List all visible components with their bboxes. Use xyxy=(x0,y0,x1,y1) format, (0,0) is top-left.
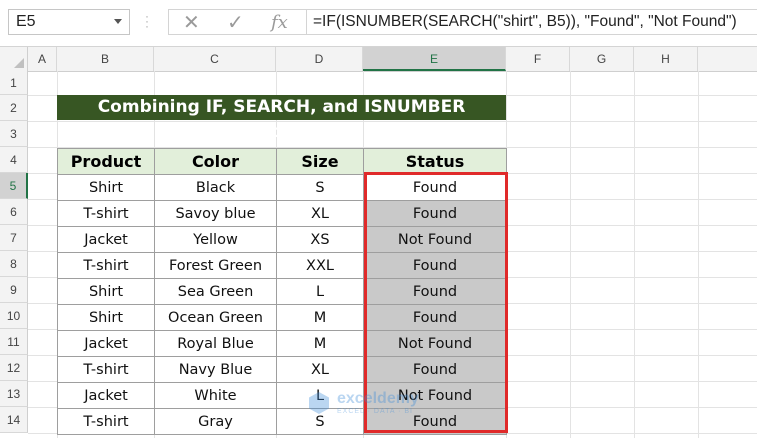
table-row: T-shirt Forest Green XXL Found xyxy=(57,252,507,279)
product-cell[interactable]: T-shirt xyxy=(57,200,155,227)
color-cell[interactable]: Savoy blue xyxy=(154,200,277,227)
column-header-d[interactable]: D xyxy=(276,47,363,71)
status-cell[interactable]: Found xyxy=(363,278,507,305)
row-header-8[interactable]: 8 xyxy=(0,251,28,277)
row-header-11[interactable]: 11 xyxy=(0,329,28,355)
size-cell[interactable]: M xyxy=(276,330,364,357)
color-cell[interactable]: Royal Blue xyxy=(154,330,277,357)
color-cell[interactable]: Navy Blue xyxy=(154,356,277,383)
cancel-icon[interactable]: ✕ xyxy=(183,11,200,35)
size-cell[interactable]: XL xyxy=(276,200,364,227)
row-header-9[interactable]: 9 xyxy=(0,277,28,303)
size-cell[interactable]: XS xyxy=(276,226,364,253)
size-cell[interactable]: L xyxy=(276,382,364,409)
insert-function-icon[interactable]: fx xyxy=(271,11,288,35)
product-table: Product Color Size Status Shirt Black S … xyxy=(57,148,507,435)
row-header-1[interactable]: 1 xyxy=(0,71,28,95)
formula-buttons: ✕ ✓ fx xyxy=(168,9,306,35)
status-cell[interactable]: Not Found xyxy=(363,330,507,357)
product-cell[interactable]: Jacket xyxy=(57,382,155,409)
table-row: Jacket Royal Blue M Not Found xyxy=(57,330,507,357)
row-header-7[interactable]: 7 xyxy=(0,225,28,251)
color-cell[interactable]: Gray xyxy=(154,408,277,435)
row-header-6[interactable]: 6 xyxy=(0,199,28,225)
product-cell[interactable]: Jacket xyxy=(57,226,155,253)
gridline xyxy=(570,71,571,438)
status-cell-selected[interactable]: Found xyxy=(363,174,507,201)
table-row: Shirt Ocean Green M Found xyxy=(57,304,507,331)
table-row: Jacket White L Not Found xyxy=(57,382,507,409)
color-cell[interactable]: Forest Green xyxy=(154,252,277,279)
table-row: T-shirt Navy Blue XL Found xyxy=(57,356,507,383)
more-options-icon[interactable]: · · · xyxy=(145,10,149,32)
table-row: Shirt Sea Green L Found xyxy=(57,278,507,305)
column-header-b[interactable]: B xyxy=(57,47,154,71)
enter-icon[interactable]: ✓ xyxy=(227,11,244,35)
size-cell[interactable]: L xyxy=(276,278,364,305)
row-header-14[interactable]: 14 xyxy=(0,407,28,433)
product-cell[interactable]: Shirt xyxy=(57,304,155,331)
column-header-h[interactable]: H xyxy=(634,47,698,71)
status-cell[interactable]: Found xyxy=(363,252,507,279)
select-all-icon xyxy=(14,58,24,68)
header-status[interactable]: Status xyxy=(363,148,507,175)
row-header-2[interactable]: 2 xyxy=(0,95,28,121)
row-header-3[interactable]: 3 xyxy=(0,121,28,147)
color-cell[interactable]: Black xyxy=(154,174,277,201)
gridline xyxy=(634,71,635,438)
header-color[interactable]: Color xyxy=(154,148,277,175)
size-cell[interactable]: S xyxy=(276,174,364,201)
column-header-c[interactable]: C xyxy=(154,47,276,71)
row-header-10[interactable]: 10 xyxy=(0,303,28,329)
row-header-4[interactable]: 4 xyxy=(0,147,28,173)
table-header-row: Product Color Size Status xyxy=(57,148,507,175)
column-header-g[interactable]: G xyxy=(570,47,634,71)
status-cell[interactable]: Not Found xyxy=(363,382,507,409)
column-header-a[interactable]: A xyxy=(28,47,57,71)
row-header-12[interactable]: 12 xyxy=(0,355,28,381)
gridline xyxy=(28,121,757,122)
row-header-13[interactable]: 13 xyxy=(0,381,28,407)
column-header-f[interactable]: F xyxy=(506,47,570,71)
status-cell[interactable]: Found xyxy=(363,356,507,383)
product-cell[interactable]: Shirt xyxy=(57,278,155,305)
gridline xyxy=(698,71,699,438)
product-cell[interactable]: Jacket xyxy=(57,330,155,357)
status-cell[interactable]: Not Found xyxy=(363,226,507,253)
table-row: Shirt Black S Found xyxy=(57,174,507,201)
name-box[interactable]: E5 xyxy=(8,9,130,35)
table-row: T-shirt Gray S Found xyxy=(57,408,507,435)
product-cell[interactable]: T-shirt xyxy=(57,408,155,435)
status-cell[interactable]: Found xyxy=(363,304,507,331)
table-row: Jacket Yellow XS Not Found xyxy=(57,226,507,253)
header-size[interactable]: Size xyxy=(276,148,364,175)
size-cell[interactable]: XXL xyxy=(276,252,364,279)
color-cell[interactable]: White xyxy=(154,382,277,409)
name-box-value: E5 xyxy=(16,13,36,30)
formula-input[interactable]: =IF(ISNUMBER(SEARCH("shirt", B5)), "Foun… xyxy=(306,9,757,35)
size-cell[interactable]: XL xyxy=(276,356,364,383)
header-product[interactable]: Product xyxy=(57,148,155,175)
select-all-button[interactable] xyxy=(0,47,28,71)
size-cell[interactable]: M xyxy=(276,304,364,331)
sheet-title[interactable]: Combining IF, SEARCH, and ISNUMBER Funct… xyxy=(57,95,506,142)
status-cell[interactable]: Found xyxy=(363,408,507,435)
formula-bar: E5 · · · ✕ ✓ fx =IF(ISNUMBER(SEARCH("shirt… xyxy=(0,0,757,47)
product-cell[interactable]: Shirt xyxy=(57,174,155,201)
color-cell[interactable]: Sea Green xyxy=(154,278,277,305)
column-header-e[interactable]: E xyxy=(363,47,506,71)
row-header-5[interactable]: 5 xyxy=(0,173,28,199)
status-cell[interactable]: Found xyxy=(363,200,507,227)
table-row: T-shirt Savoy blue XL Found xyxy=(57,200,507,227)
color-cell[interactable]: Yellow xyxy=(154,226,277,253)
color-cell[interactable]: Ocean Green xyxy=(154,304,277,331)
chevron-down-icon[interactable] xyxy=(114,19,122,24)
product-cell[interactable]: T-shirt xyxy=(57,356,155,383)
size-cell[interactable]: S xyxy=(276,408,364,435)
product-cell[interactable]: T-shirt xyxy=(57,252,155,279)
